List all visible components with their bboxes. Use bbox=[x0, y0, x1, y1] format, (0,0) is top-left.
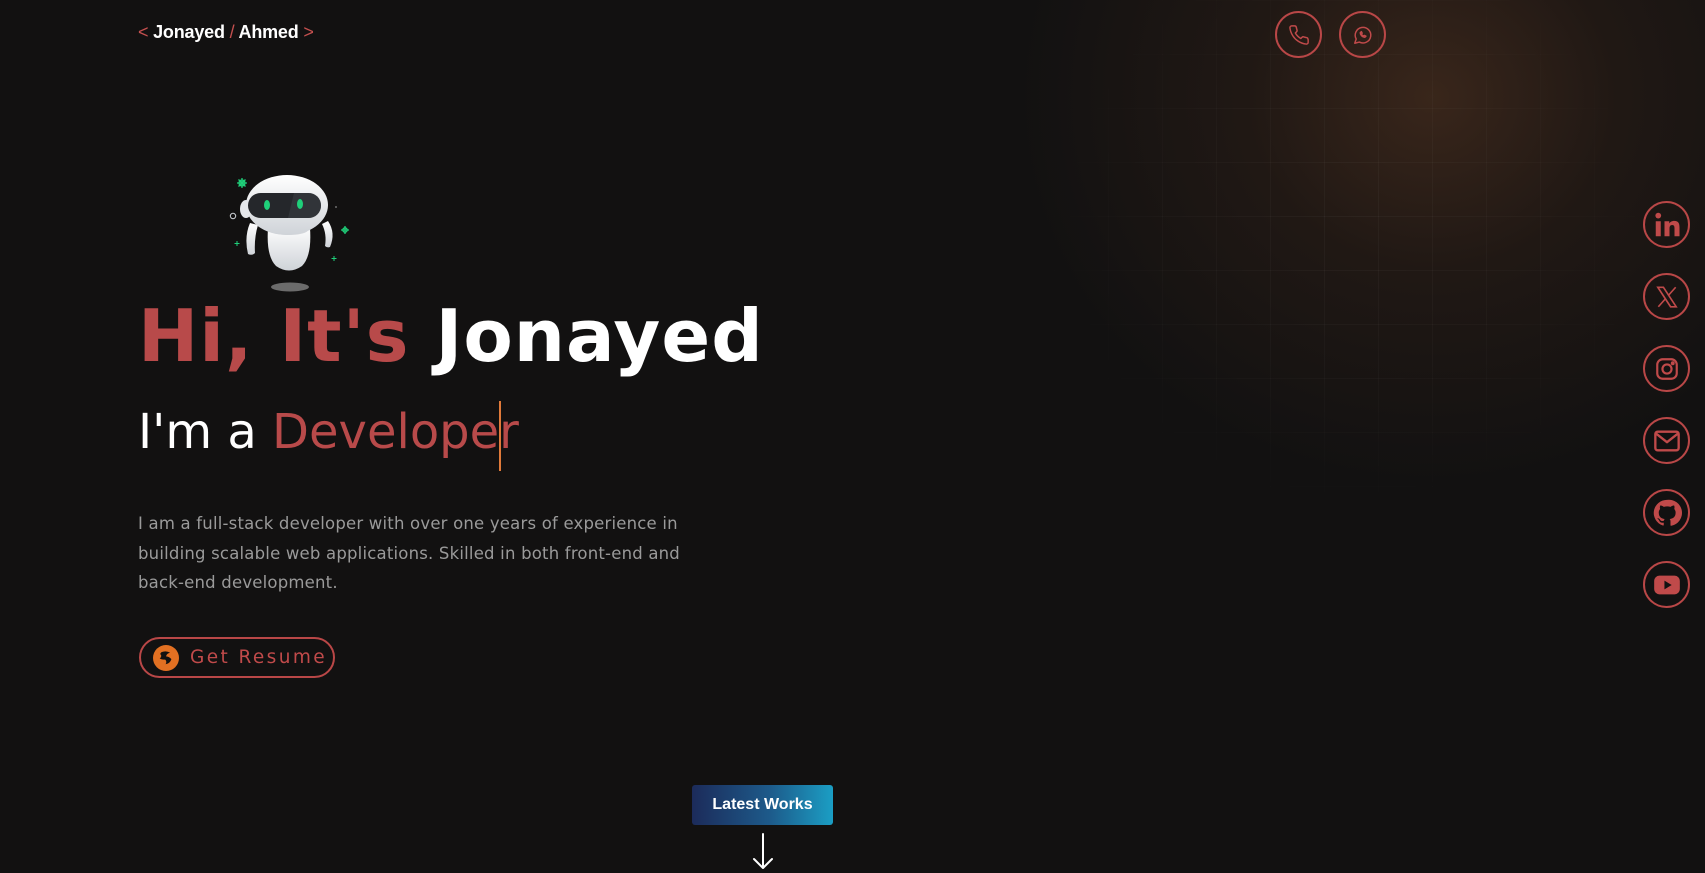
hero-name: Jonayed bbox=[435, 294, 764, 378]
youtube-icon bbox=[1653, 575, 1680, 594]
whatsapp-icon bbox=[1353, 26, 1371, 44]
email-button[interactable] bbox=[1643, 417, 1690, 464]
hero-role: I'm a Developer bbox=[138, 408, 519, 456]
latest-works-button[interactable]: Latest Works bbox=[692, 785, 833, 825]
linkedin-icon bbox=[1654, 212, 1679, 236]
instagram-icon bbox=[1655, 357, 1678, 380]
hero-bio: I am a full-stack developer with over on… bbox=[138, 514, 680, 592]
arrow-down-icon bbox=[753, 833, 773, 869]
latest-works-label: Latest Works bbox=[712, 796, 813, 813]
logo-close-bracket: > bbox=[303, 22, 314, 42]
logo-first-name: Jonayed bbox=[153, 22, 225, 42]
resume-logo-icon bbox=[153, 644, 179, 671]
site-logo[interactable]: < Jonayed / Ahmed > bbox=[138, 22, 314, 43]
role-typed-text: Developer bbox=[272, 404, 519, 460]
greeting-text: Hi, It's bbox=[138, 294, 410, 378]
email-icon bbox=[1653, 430, 1680, 451]
instagram-button[interactable] bbox=[1643, 345, 1690, 392]
portfolio-page: < Jonayed / Ahmed > Hi, It's Jonayed I'm… bbox=[0, 0, 1705, 873]
x-twitter-button[interactable] bbox=[1643, 273, 1690, 320]
github-icon bbox=[1653, 499, 1682, 526]
linkedin-button[interactable] bbox=[1643, 201, 1690, 248]
logo-open-bracket: < bbox=[138, 22, 149, 42]
github-button[interactable] bbox=[1643, 489, 1690, 536]
background-grid bbox=[1000, 0, 1705, 560]
logo-separator: / bbox=[229, 22, 235, 42]
robot-illustration bbox=[229, 175, 349, 292]
get-resume-button[interactable]: Get Resume bbox=[139, 637, 335, 678]
typing-caret bbox=[499, 401, 501, 471]
x-twitter-icon bbox=[1655, 285, 1678, 308]
get-resume-label: Get Resume bbox=[190, 647, 328, 668]
whatsapp-button[interactable] bbox=[1339, 11, 1386, 58]
logo-last-name: Ahmed bbox=[238, 22, 299, 42]
role-prefix: I'm a bbox=[138, 404, 257, 460]
phone-button[interactable] bbox=[1275, 11, 1322, 58]
youtube-button[interactable] bbox=[1643, 561, 1690, 608]
hero-greeting: Hi, It's Jonayed bbox=[138, 300, 764, 372]
phone-icon bbox=[1288, 24, 1309, 45]
